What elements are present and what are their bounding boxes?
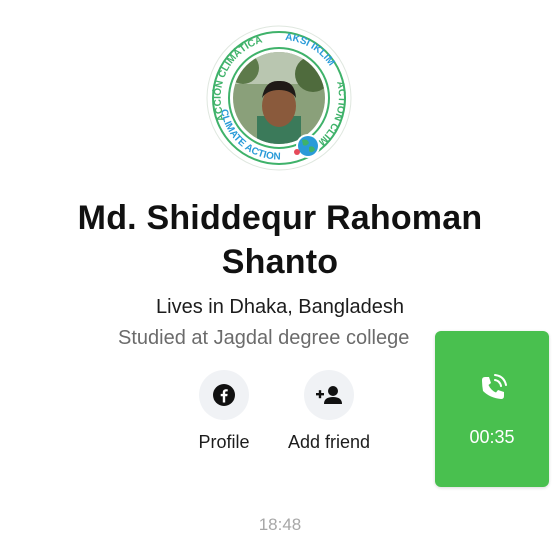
- call-timer: 00:35: [469, 427, 515, 447]
- message-timestamp: 18:48: [258, 515, 302, 534]
- studied-at-text: Studied at Jagdal degree college: [118, 327, 410, 349]
- facebook-icon: [213, 384, 235, 406]
- lives-in-text: Lives in Dhaka, Bangladesh: [156, 296, 404, 318]
- add-friend-icon: [316, 386, 342, 404]
- ongoing-call-card[interactable]: 00:35: [435, 331, 549, 487]
- profile-button-circle[interactable]: [199, 370, 249, 420]
- add-friend-label: Add friend: [287, 432, 371, 452]
- phone-call-icon: [482, 374, 507, 399]
- add-friend-button-circle[interactable]: [304, 370, 354, 420]
- profile-label: Profile: [198, 432, 250, 452]
- avatar-image: ACCIÓN CLIMÁTICA AKSI IKLIM ACTION CLIMA…: [205, 24, 352, 171]
- avatar[interactable]: ACCIÓN CLIMÁTICA AKSI IKLIM ACTION CLIMA…: [205, 24, 353, 172]
- messenger-profile-screen: ACCIÓN CLIMÁTICA AKSI IKLIM ACTION CLIMA…: [0, 0, 560, 560]
- add-friend-button[interactable]: Add friend: [269, 370, 389, 453]
- profile-button[interactable]: Profile: [164, 370, 284, 453]
- profile-name: Md. Shiddequr Rahoman Shanto: [77, 199, 483, 281]
